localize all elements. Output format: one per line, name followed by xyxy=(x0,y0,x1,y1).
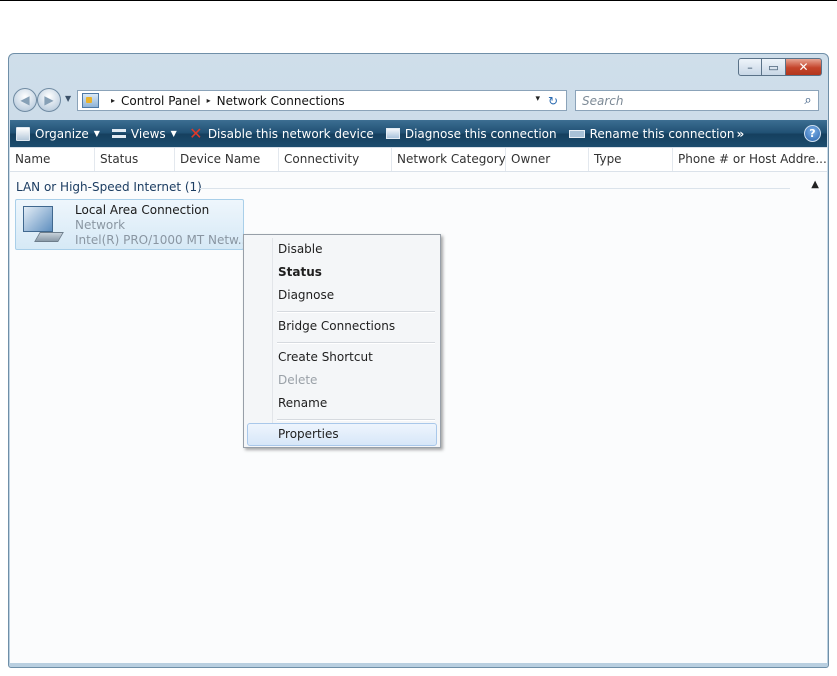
rename-connection-label: Rename this connection xyxy=(589,126,735,141)
menu-item-status[interactable]: Status xyxy=(247,261,437,284)
menu-item-bridge-connections[interactable]: Bridge Connections xyxy=(247,315,437,338)
help-button[interactable]: ? xyxy=(804,125,821,142)
organize-icon xyxy=(16,126,30,141)
connection-status: Network xyxy=(75,218,126,232)
window-bottom-border xyxy=(10,663,827,666)
breadcrumb-network-connections[interactable]: Network Connections xyxy=(217,94,345,108)
search-input[interactable] xyxy=(576,92,798,109)
column-header-device-name[interactable]: Device Name xyxy=(175,148,279,171)
red-x-icon: ✕ xyxy=(189,123,203,143)
local-area-connection-item[interactable]: Local Area Connection Network Intel(R) P… xyxy=(15,199,249,250)
organize-button[interactable]: Organize ▼ xyxy=(16,126,100,141)
column-header-type[interactable]: Type xyxy=(589,148,673,171)
search-box: ⌕ xyxy=(575,90,819,111)
column-header-phone-host-address[interactable]: Phone # or Host Addre... xyxy=(673,148,827,171)
group-divider xyxy=(200,188,790,189)
breadcrumb-control-panel[interactable]: Control Panel xyxy=(121,94,201,108)
connection-name: Local Area Connection xyxy=(75,203,210,217)
column-header-connectivity[interactable]: Connectivity xyxy=(279,148,392,171)
connection-device: Intel(R) PRO/1000 MT Netw... xyxy=(75,233,250,247)
views-label: Views xyxy=(130,126,166,141)
breadcrumb-separator-icon[interactable]: ▸ xyxy=(207,96,211,105)
window-controls: – ▭ ✕ xyxy=(738,58,822,76)
column-headers: Name Status Device Name Connectivity Net… xyxy=(10,148,827,172)
command-toolbar: Organize ▼ Views ▼ ✕ Disable this networ… xyxy=(10,120,827,147)
breadcrumb-separator-icon[interactable]: ▸ xyxy=(111,96,115,105)
navigation-bar: ◀ ▶ ▼ ▸ Control Panel ▸ Network Connecti… xyxy=(9,85,828,115)
views-button[interactable]: Views ▼ xyxy=(111,126,177,141)
search-icon[interactable]: ⌕ xyxy=(798,93,818,108)
menu-item-properties[interactable]: Properties xyxy=(247,423,437,446)
network-cable-icon xyxy=(34,232,64,242)
minimize-button[interactable]: – xyxy=(738,58,762,76)
menu-item-rename[interactable]: Rename xyxy=(247,392,437,415)
disable-device-button[interactable]: ✕ Disable this network device xyxy=(189,123,374,143)
menu-separator xyxy=(247,415,437,423)
rename-connection-button[interactable]: Rename this connection » xyxy=(568,126,744,141)
menu-item-disable[interactable]: Disable xyxy=(247,238,437,261)
diagnose-icon xyxy=(385,128,400,139)
organize-label: Organize xyxy=(35,126,89,141)
forward-arrow-icon: ▶ xyxy=(44,93,54,107)
column-header-name[interactable]: Name xyxy=(10,148,95,171)
group-header[interactable]: LAN or High-Speed Internet (1) xyxy=(16,180,202,194)
diagnose-connection-label: Diagnose this connection xyxy=(404,126,557,141)
views-icon xyxy=(111,127,126,141)
refresh-icon[interactable]: ↻ xyxy=(543,92,563,109)
back-arrow-icon: ◀ xyxy=(20,93,30,107)
menu-separator xyxy=(247,307,437,315)
rename-icon xyxy=(568,129,585,138)
recent-pages-dropdown[interactable]: ▼ xyxy=(65,94,71,103)
column-header-network-category[interactable]: Network Category xyxy=(392,148,506,171)
column-header-owner[interactable]: Owner xyxy=(506,148,589,171)
collapse-group-icon[interactable]: ▲ xyxy=(811,179,819,190)
context-menu: Disable Status Diagnose Bridge Connectio… xyxy=(243,234,441,448)
back-button[interactable]: ◀ xyxy=(13,88,37,112)
forward-button[interactable]: ▶ xyxy=(37,88,61,112)
more-commands-icon[interactable]: » xyxy=(736,127,744,141)
chevron-down-icon: ▼ xyxy=(170,129,177,138)
address-dropdown-icon[interactable]: ▾ xyxy=(535,94,540,104)
menu-item-diagnose[interactable]: Diagnose xyxy=(247,284,437,307)
network-connection-icon xyxy=(21,206,67,246)
top-rule xyxy=(0,0,837,1)
menu-separator xyxy=(247,338,437,346)
maximize-button[interactable]: ▭ xyxy=(762,58,786,76)
control-panel-icon xyxy=(82,93,99,108)
connection-text: Local Area Connection Network Intel(R) P… xyxy=(75,203,249,248)
chevron-down-icon: ▼ xyxy=(93,129,100,138)
close-button[interactable]: ✕ xyxy=(786,58,822,76)
disable-device-label: Disable this network device xyxy=(207,126,374,141)
menu-item-delete: Delete xyxy=(278,373,318,387)
monitor-icon xyxy=(23,206,53,232)
column-header-status[interactable]: Status xyxy=(95,148,175,171)
menu-item-create-shortcut[interactable]: Create Shortcut xyxy=(247,346,437,369)
diagnose-connection-button[interactable]: Diagnose this connection xyxy=(385,126,557,141)
address-bar[interactable]: ▸ Control Panel ▸ Network Connections ▾ … xyxy=(77,90,567,111)
